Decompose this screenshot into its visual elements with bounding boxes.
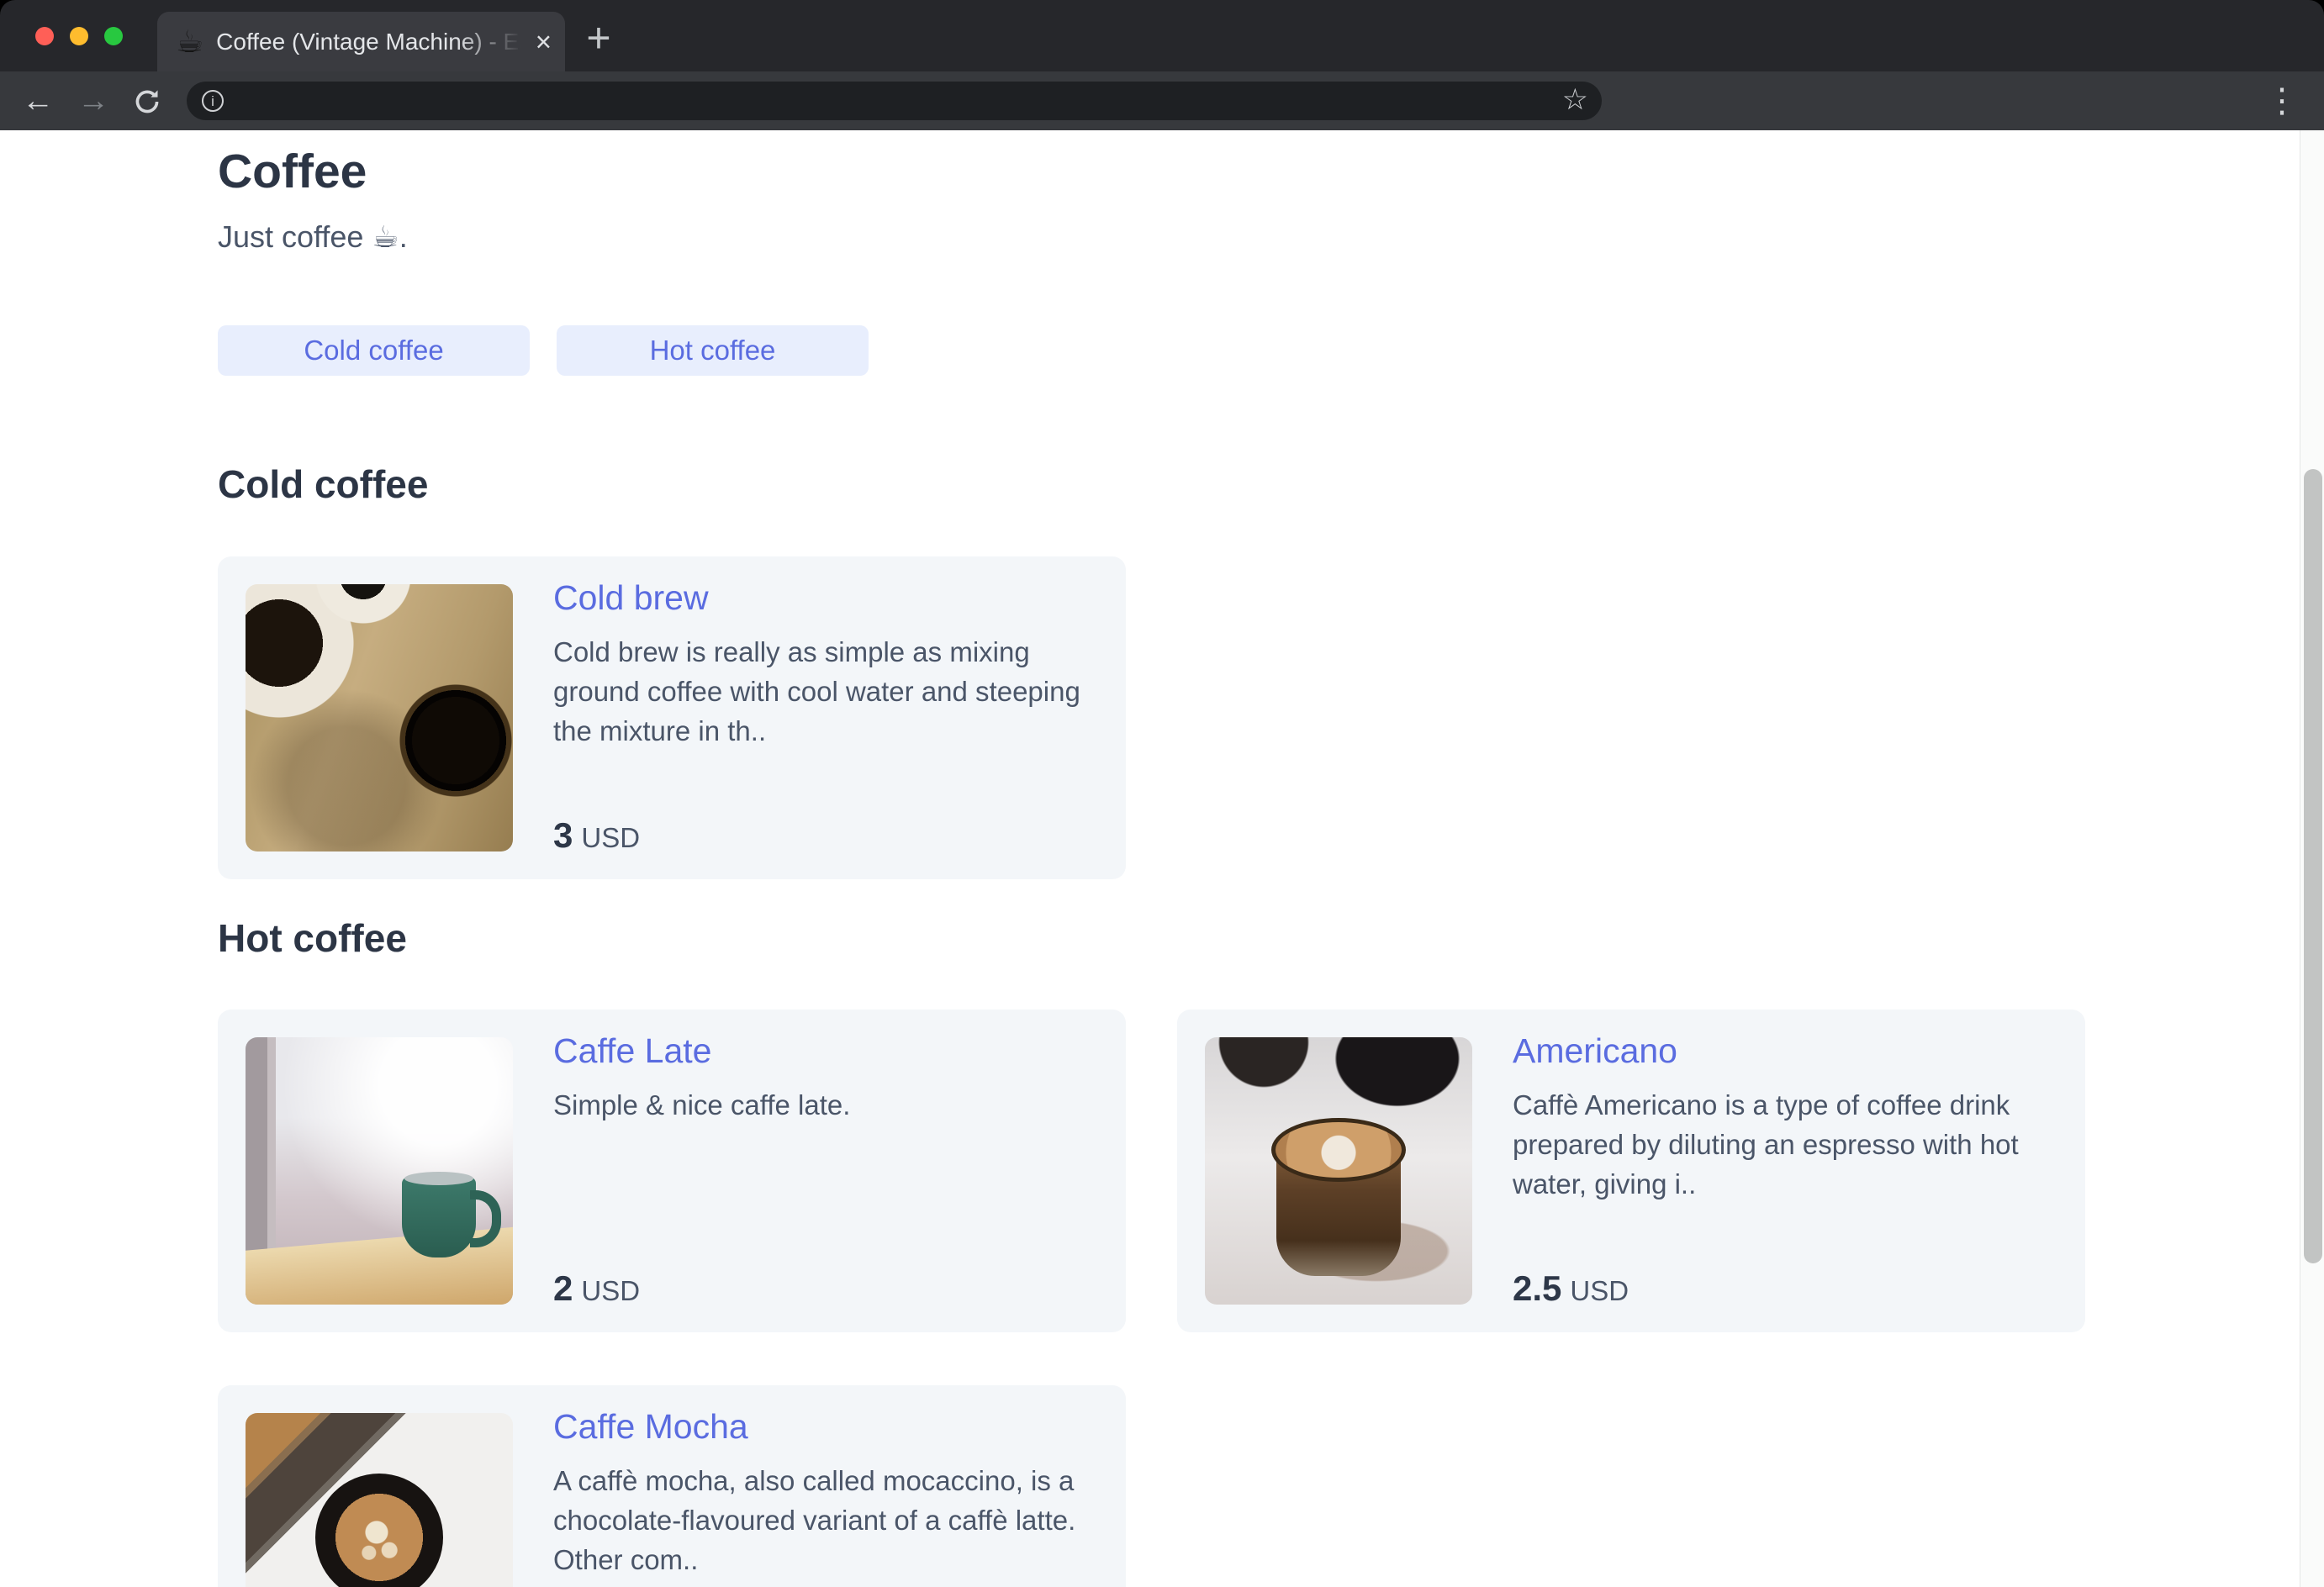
product-description: Cold brew is really as simple as mixing … <box>553 636 1080 746</box>
price-value: 2 <box>553 1268 573 1308</box>
cold-brew-photo <box>246 584 513 851</box>
product-description: A caffè mocha, also called mocaccino, is… <box>553 1465 1076 1575</box>
product-title[interactable]: Caffe Mocha <box>553 1407 748 1447</box>
coffee-cup-favicon-icon: ☕ <box>176 24 204 59</box>
mug-shape <box>402 1172 501 1257</box>
reload-icon[interactable] <box>131 86 163 122</box>
product-price: 2 USD <box>553 1268 640 1309</box>
section-heading-cold-coffee: Cold coffee <box>218 462 429 506</box>
product-card-americano[interactable]: Americano Caffè Americano is a type of c… <box>1177 1010 2085 1332</box>
product-title[interactable]: Cold brew <box>553 578 709 618</box>
browser-menu-icon[interactable]: ⋮ <box>2265 82 2299 120</box>
zoom-window-button[interactable] <box>104 27 123 45</box>
site-info-icon[interactable]: i <box>202 90 224 112</box>
product-card-caffe-mocha[interactable]: Caffe Mocha A caffè mocha, also called m… <box>218 1385 1126 1587</box>
price-currency: USD <box>1570 1275 1629 1306</box>
hot-coffee-cards-row: Caffe Late Simple & nice caffe late. 2 US… <box>218 1010 2085 1332</box>
page-content: Coffee Just coffee ☕. Cold coffee Hot co… <box>218 130 2085 1587</box>
category-filters: Cold coffee Hot coffee <box>218 325 2085 376</box>
price-currency: USD <box>581 1275 641 1306</box>
product-description: Caffè Americano is a type of coffee drin… <box>1513 1089 2019 1199</box>
caffe-late-photo <box>246 1037 513 1305</box>
product-description: Simple & nice caffe late. <box>553 1089 851 1120</box>
product-price: 3 USD <box>553 815 640 856</box>
page-subtitle: Just coffee ☕. <box>218 219 408 254</box>
address-bar[interactable]: i ☆ <box>187 82 1602 120</box>
mocha-cup-shape <box>315 1474 443 1587</box>
vertical-scrollbar[interactable] <box>2300 130 2324 1587</box>
page-viewport: Coffee Just coffee ☕. Cold coffee Hot co… <box>0 130 2324 1587</box>
product-card-cold-brew[interactable]: Cold brew Cold brew is really as simple … <box>218 556 1126 879</box>
back-icon[interactable]: ← <box>22 85 54 117</box>
tab-title: Coffee (Vintage Machine) - Eas <box>216 28 531 55</box>
product-price: 2.5 USD <box>1513 1268 1629 1309</box>
tab-close-icon[interactable]: × <box>536 28 552 55</box>
scrollbar-thumb[interactable] <box>2304 469 2322 1263</box>
hot-coffee-filter-button[interactable]: Hot coffee <box>557 325 869 376</box>
browser-tab[interactable]: ☕ Coffee (Vintage Machine) - Eas × <box>157 12 565 71</box>
browser-window: ☕ Coffee (Vintage Machine) - Eas × + ← →… <box>0 0 2324 1587</box>
cold-coffee-filter-button[interactable]: Cold coffee <box>218 325 530 376</box>
minimize-window-button[interactable] <box>70 27 88 45</box>
browser-toolbar: ← → i ☆ ⋮ <box>0 71 2324 130</box>
product-card-caffe-late[interactable]: Caffe Late Simple & nice caffe late. 2 US… <box>218 1010 1126 1332</box>
page-title: Coffee <box>218 145 367 198</box>
product-title[interactable]: Americano <box>1513 1031 1677 1071</box>
americano-photo <box>1205 1037 1472 1305</box>
price-value: 3 <box>553 815 573 855</box>
glass-shape <box>1271 1118 1406 1276</box>
tab-strip: ☕ Coffee (Vintage Machine) - Eas × + <box>0 0 2324 71</box>
close-window-button[interactable] <box>35 27 54 45</box>
forward-icon[interactable]: → <box>77 85 109 117</box>
caffe-mocha-photo <box>246 1413 513 1587</box>
bookmark-star-icon[interactable]: ☆ <box>1562 83 1588 117</box>
price-value: 2.5 <box>1513 1268 1562 1308</box>
traffic-lights <box>35 27 123 45</box>
price-currency: USD <box>581 822 641 853</box>
product-title[interactable]: Caffe Late <box>553 1031 711 1071</box>
section-heading-hot-coffee: Hot coffee <box>218 916 407 960</box>
new-tab-button[interactable]: + <box>575 17 622 61</box>
